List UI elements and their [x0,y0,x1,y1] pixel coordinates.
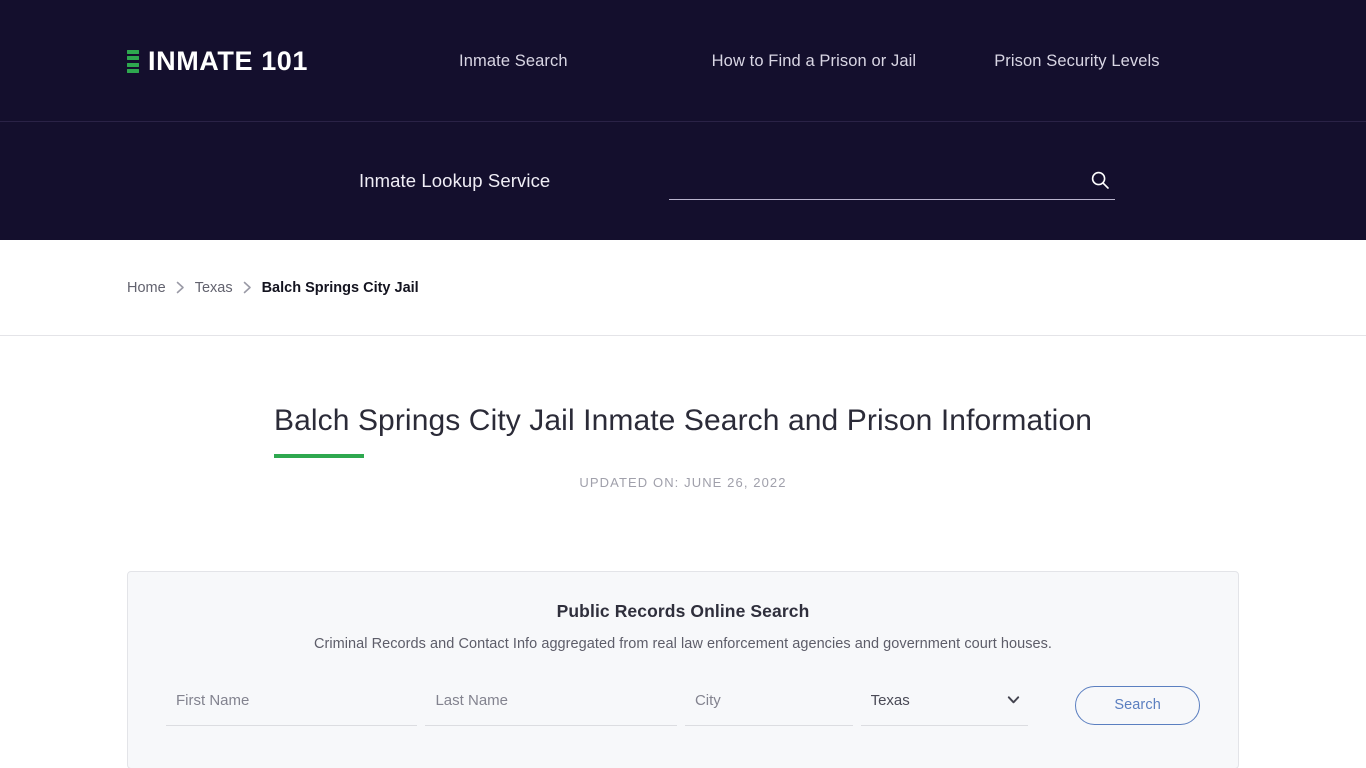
first-name-field [166,684,418,726]
city-input[interactable] [684,684,853,726]
breadcrumb-item-current: Balch Springs City Jail [261,279,419,296]
site-header: INMATE 101 Inmate Search How to Find a P… [0,0,1366,122]
first-name-input[interactable] [166,684,418,726]
site-logo[interactable]: INMATE 101 [127,45,309,76]
state-select[interactable]: Texas [860,684,1029,726]
search-submit-button[interactable] [1087,167,1113,193]
chevron-right-icon [243,281,252,294]
public-records-card: Public Records Online Search Criminal Re… [127,571,1239,768]
public-records-form: Texas Search [166,684,1200,726]
inmate-lookup-label: Inmate Lookup Service [359,170,551,191]
nav-item-how-to-find-a-prison-or-jail[interactable]: How to Find a Prison or Jail [712,52,917,71]
title-accent-underline [273,454,364,458]
breadcrumb-bar: Home Texas Balch Springs City Jail [0,240,1366,336]
breadcrumb: Home Texas Balch Springs City Jail [127,280,419,296]
inmate-lookup-field [669,162,1116,200]
page-title: Balch Springs City Jail Inmate Search an… [273,403,1093,458]
nav-item-inmate-search[interactable]: Inmate Search [459,52,568,71]
state-field: Texas [860,684,1029,726]
records-search-button[interactable]: Search [1075,685,1200,725]
nav-item-prison-security-levels[interactable]: Prison Security Levels [994,52,1159,71]
last-name-input[interactable] [425,684,677,726]
search-input[interactable] [669,163,1116,200]
search-icon [1092,171,1110,189]
logo-bars-icon [127,48,139,75]
city-field [684,684,853,726]
last-name-field [425,684,677,726]
page-title-text: Balch Springs City Jail Inmate Search an… [273,404,1093,437]
inmate-lookup-bar: Inmate Lookup Service [0,122,1366,240]
chevron-right-icon [176,281,185,294]
logo-text: INMATE 101 [148,45,309,76]
breadcrumb-item-home[interactable]: Home [127,280,166,296]
main-navigation: Inmate Search How to Find a Prison or Ja… [459,52,1160,71]
card-subtitle: Criminal Records and Contact Info aggreg… [313,636,1053,652]
page-title-block: Balch Springs City Jail Inmate Search an… [0,336,1366,490]
breadcrumb-item-texas[interactable]: Texas [195,280,233,296]
card-title: Public Records Online Search [556,601,810,621]
updated-date: UPDATED ON: JUNE 26, 2022 [579,475,787,490]
